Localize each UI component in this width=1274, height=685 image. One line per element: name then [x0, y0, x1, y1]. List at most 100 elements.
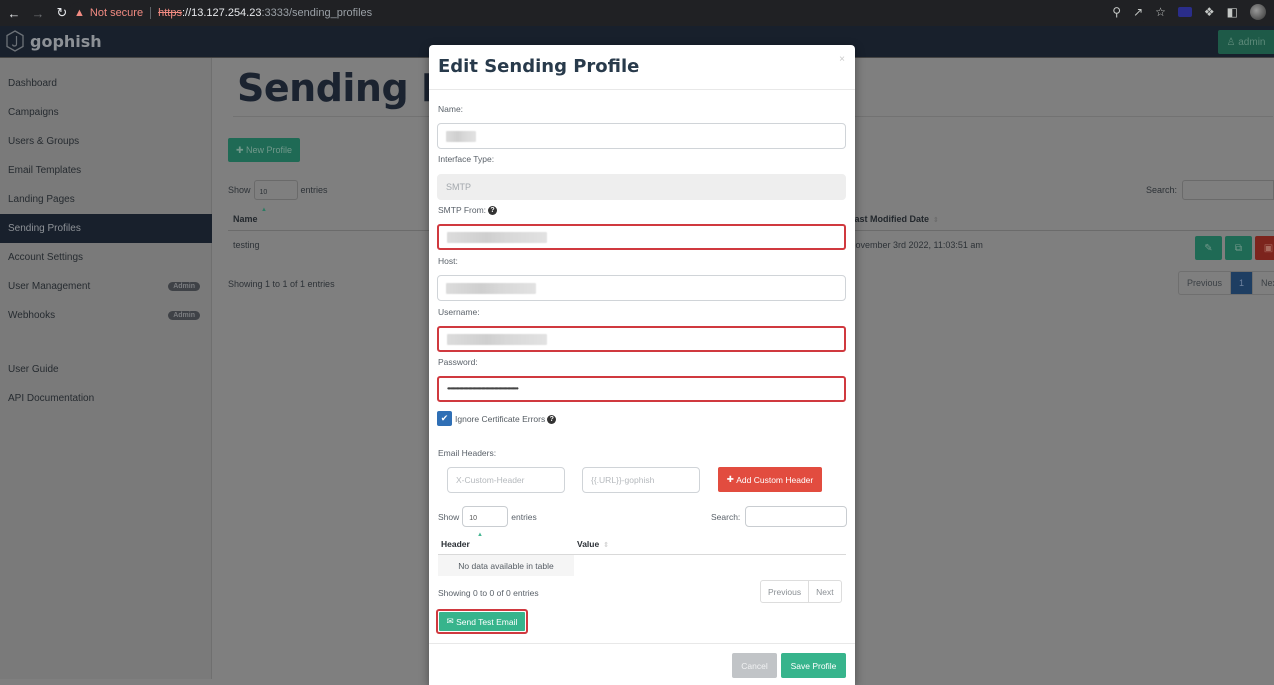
- search-label: Search:: [711, 511, 741, 522]
- browser-toolbar: ← → ↻ ▲ Not secure https://13.127.254.23…: [0, 0, 1274, 26]
- admin-badge: Admin: [168, 282, 200, 291]
- sidebar-item-api-documentation[interactable]: API Documentation: [0, 384, 212, 413]
- new-profile-label: New Profile: [246, 145, 293, 155]
- send-test-email-label: Send Test Email: [456, 616, 518, 627]
- name-input[interactable]: [437, 123, 846, 149]
- sidebar-item-label: Sending Profiles: [8, 223, 81, 234]
- address-bar[interactable]: ▲ Not secure https://13.127.254.23:3333/…: [68, 2, 1148, 24]
- column-header-label: Header: [441, 539, 470, 549]
- admin-badge: Admin: [168, 311, 200, 320]
- column-header-label: Name: [233, 214, 258, 224]
- table-search: Search:: [1146, 180, 1274, 200]
- sidebar-item-dashboard[interactable]: Dashboard: [0, 69, 212, 98]
- back-arrow-icon[interactable]: ←: [4, 6, 24, 21]
- redacted-value: [446, 130, 476, 142]
- custom-header-input[interactable]: X-Custom-Header: [447, 467, 565, 493]
- zoom-icon[interactable]: ⚲: [1112, 5, 1121, 19]
- pagination-previous[interactable]: Previous: [761, 581, 808, 602]
- sidebar-item-user-management[interactable]: User Management Admin: [0, 272, 212, 301]
- headers-entries-select[interactable]: 10: [462, 506, 509, 527]
- pagination: Previous 1 Next: [1178, 271, 1274, 295]
- search-input[interactable]: [1182, 180, 1274, 200]
- brand-logo[interactable]: gophish: [6, 30, 102, 52]
- edit-button[interactable]: ✎: [1195, 236, 1222, 260]
- sidebar-item-webhooks[interactable]: Webhooks Admin: [0, 301, 212, 330]
- help-icon[interactable]: ?: [547, 415, 557, 425]
- modal-footer-divider: [429, 643, 855, 644]
- bookmark-star-icon[interactable]: ☆: [1155, 5, 1166, 19]
- row-actions: ✎ ⧉ ▣: [1195, 236, 1274, 260]
- copy-button[interactable]: ⧉: [1225, 236, 1252, 260]
- smtp-from-label: SMTP From:?: [438, 205, 498, 216]
- sidebar-item-label: Webhooks: [8, 310, 56, 321]
- headers-search-input[interactable]: [745, 506, 848, 527]
- help-icon[interactable]: ?: [488, 206, 498, 216]
- pagination-next[interactable]: Next: [808, 581, 840, 602]
- omnibox-divider: [150, 7, 152, 19]
- extension-icon[interactable]: [1177, 7, 1192, 17]
- url-host: ://13.127.254.23: [181, 7, 262, 19]
- ignore-cert-label-text: Ignore Certificate Errors: [455, 414, 546, 424]
- user-menu-button[interactable]: ♙ admin: [1218, 30, 1274, 54]
- add-custom-header-button[interactable]: ✚ Add Custom Header: [718, 467, 822, 492]
- column-header-label: Last Modified Date: [849, 214, 930, 224]
- host-input[interactable]: [437, 275, 846, 301]
- custom-header-value-input[interactable]: {{.URL}}-gophish: [582, 467, 700, 493]
- delete-button[interactable]: ▣: [1255, 236, 1274, 260]
- entries-label: entries: [511, 511, 537, 522]
- url-scheme: https: [158, 7, 182, 19]
- user-icon: ♙: [1226, 36, 1236, 48]
- envelope-icon: ✉: [446, 616, 454, 626]
- column-header-header[interactable]: ▲ Header: [441, 532, 483, 549]
- sidebar-item-sending-profiles[interactable]: Sending Profiles: [0, 214, 212, 243]
- headers-search: Search:: [711, 506, 848, 527]
- redacted-value: [447, 333, 547, 345]
- smtp-from-input[interactable]: [437, 224, 846, 250]
- column-header-modified-date[interactable]: Last Modified Date ⇕: [849, 214, 939, 224]
- sidebar-item-label: User Guide: [8, 364, 59, 375]
- ignore-cert-checkbox[interactable]: ✔: [437, 411, 452, 426]
- interface-type-label: Interface Type:: [438, 154, 495, 164]
- save-profile-button[interactable]: Save Profile: [781, 653, 846, 678]
- pagination-page[interactable]: 1: [1231, 272, 1254, 294]
- sidebar-item-users-groups[interactable]: Users & Groups: [0, 127, 212, 156]
- search-label: Search:: [1145, 185, 1177, 195]
- sidebar-item-label: Landing Pages: [8, 194, 75, 205]
- brand-name: gophish: [30, 31, 102, 51]
- username-input[interactable]: [437, 326, 846, 352]
- column-header-name[interactable]: ▲ Name: [233, 207, 267, 224]
- redacted-value: [446, 282, 536, 294]
- send-test-email-button[interactable]: ✉ Send Test Email: [439, 612, 525, 631]
- password-input[interactable]: ••••••••••••••••••••••••••••••••••••••••…: [437, 376, 846, 402]
- host-label: Host:: [438, 256, 458, 266]
- edit-sending-profile-modal: Edit Sending Profile × Name: Interface T…: [429, 45, 855, 685]
- entries-select[interactable]: 10: [253, 180, 298, 200]
- modal-header-divider: [429, 89, 855, 90]
- close-icon[interactable]: ×: [839, 54, 845, 65]
- pagination-previous[interactable]: Previous: [1179, 272, 1232, 294]
- plus-icon: ✚: [235, 144, 244, 155]
- entries-length-control: Show 10 entries: [228, 180, 328, 200]
- sidebar-item-campaigns[interactable]: Campaigns: [0, 98, 212, 127]
- side-panel-icon[interactable]: ◧: [1227, 5, 1238, 19]
- column-header-value[interactable]: Value ⇕: [577, 539, 609, 549]
- share-icon[interactable]: ↗: [1133, 5, 1143, 19]
- puzzle-extensions-icon[interactable]: ❖: [1204, 5, 1215, 19]
- smtp-from-label-text: SMTP From:: [438, 205, 487, 215]
- email-headers-label: Email Headers:: [438, 448, 497, 458]
- profile-avatar[interactable]: [1250, 4, 1266, 20]
- sidebar-item-user-guide[interactable]: User Guide: [0, 355, 212, 384]
- new-profile-button[interactable]: ✚ New Profile: [228, 138, 300, 162]
- password-mask: ••••••••••••••••••••••••••••••••••••••••…: [447, 384, 519, 393]
- headers-table-info: Showing 0 to 0 of 0 entries: [438, 588, 539, 598]
- pagination-next[interactable]: Next: [1253, 272, 1274, 294]
- send-test-email-highlight: ✉ Send Test Email: [436, 609, 528, 634]
- forward-arrow-icon[interactable]: →: [28, 6, 48, 21]
- sidebar-item-account-settings[interactable]: Account Settings: [0, 243, 212, 272]
- security-status[interactable]: Not secure: [90, 7, 143, 19]
- plus-icon: ✚: [726, 474, 734, 484]
- sidebar-item-email-templates[interactable]: Email Templates: [0, 156, 212, 185]
- trash-icon: ▣: [1263, 242, 1274, 254]
- sidebar-item-landing-pages[interactable]: Landing Pages: [0, 185, 212, 214]
- cancel-button[interactable]: Cancel: [732, 653, 777, 678]
